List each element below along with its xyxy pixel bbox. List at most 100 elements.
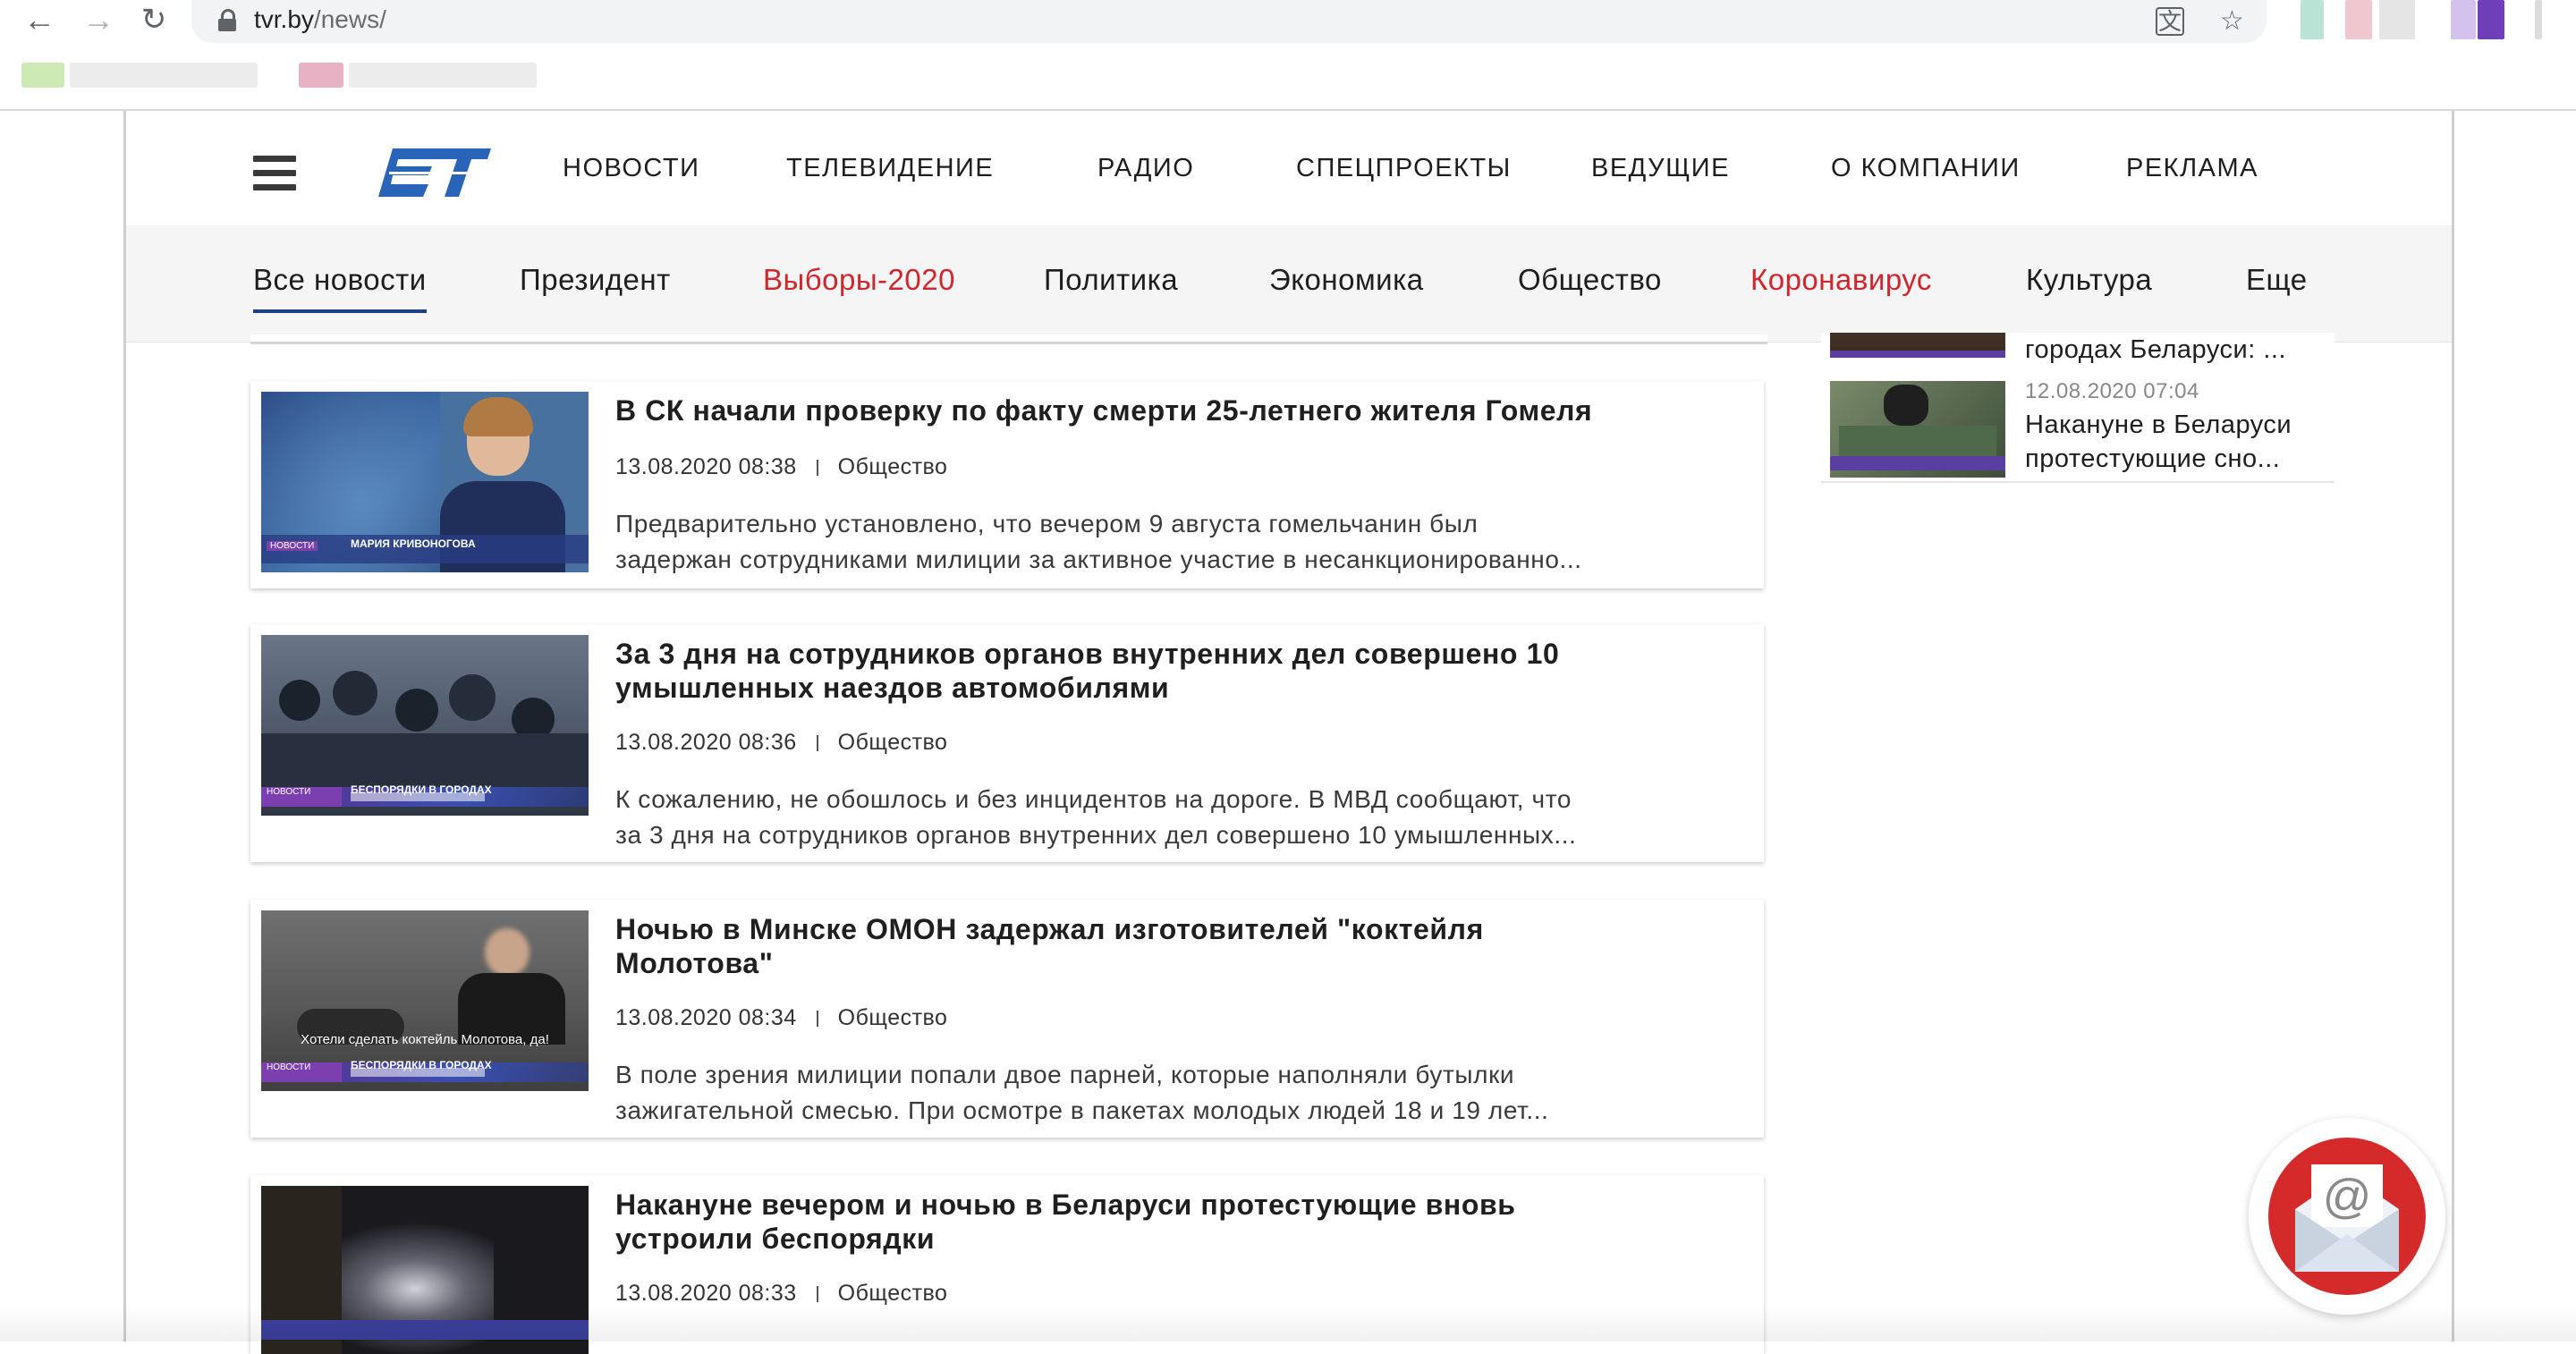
article-date: 13.08.2020 08:33 (615, 1281, 797, 1306)
tab-all-news[interactable]: Все новости (253, 263, 427, 313)
reload-icon[interactable]: ↻ (134, 0, 174, 39)
thumb-caption: БЕСПОРЯДКИ В ГОРОДАХ (351, 1059, 492, 1071)
url-text[interactable]: tvr.by/news/ (254, 5, 386, 34)
title-line: протестующие сно... (2025, 444, 2281, 473)
tab-society[interactable]: Общество (1518, 263, 1662, 297)
article-meta: 13.08.2020 08:33 Общество (615, 1281, 947, 1307)
article-excerpt: В поле зрения милиции попали двое парней… (615, 1057, 1707, 1129)
article-category[interactable]: Общество (838, 454, 948, 479)
sidebar-date: 12.08.2020 07:04 (2025, 379, 2199, 403)
article-meta: 13.08.2020 08:38 Общество (615, 454, 947, 480)
tab-politics[interactable]: Политика (1044, 263, 1178, 297)
news-card[interactable]: БЕСПОРЯДКИ В ГОРОДАХ НОВОСТИ За 3 дня на… (250, 624, 1764, 862)
article-thumbnail[interactable]: Хотели сделать коктейль Молотова, да! БЕ… (261, 910, 589, 1091)
title-line: устроили беспорядки (615, 1223, 936, 1255)
article-meta: 13.08.2020 08:36 Общество (615, 730, 947, 756)
bookmark-favicon[interactable] (21, 63, 64, 88)
excerpt-line: за 3 дня на сотрудников органов внутренн… (615, 821, 1577, 849)
thumb-caption: МАРИЯ КРИВОНОГОВА (351, 537, 476, 550)
article-date: 13.08.2020 08:34 (615, 1005, 797, 1030)
title-line: За 3 дня на сотрудников органов внутренн… (615, 638, 1560, 670)
article-thumbnail[interactable]: МАРИЯ КРИВОНОГОВА НОВОСТИ (261, 392, 589, 572)
nav-advertising[interactable]: РЕКЛАМА (2126, 154, 2258, 183)
thumb-caption: БЕСПОРЯДКИ В ГОРОДАХ (351, 783, 492, 796)
article-date: 13.08.2020 08:38 (615, 454, 797, 479)
address-bar[interactable]: tvr.by/news/ 文 ☆ (191, 0, 2267, 43)
bookmark-favicon[interactable] (299, 63, 343, 88)
nav-radio[interactable]: РАДИО (1097, 154, 1194, 183)
excerpt-line: задержан сотрудниками милиции за активно… (615, 546, 1582, 573)
forward-arrow-icon[interactable]: → (79, 0, 118, 39)
bookmark-item[interactable] (70, 63, 258, 88)
article-category[interactable]: Общество (838, 1005, 948, 1030)
extension-icon[interactable] (2478, 0, 2504, 39)
extension-icon[interactable] (2535, 0, 2542, 39)
article-title[interactable]: В СК начали проверку по факту смерти 25-… (615, 394, 1716, 427)
site-logo[interactable] (377, 145, 493, 202)
thumb-subtitle: Хотели сделать коктейль Молотова, да! (301, 1032, 549, 1047)
news-card[interactable]: МАРИЯ КРИВОНОГОВА НОВОСТИ В СК начали пр… (250, 381, 1764, 588)
article-date: 13.08.2020 08:36 (615, 730, 797, 755)
excerpt-line: К сожалению, не обошлось и без инциденто… (615, 785, 1572, 813)
bottom-shadow (0, 1306, 2576, 1341)
category-navigation: Все новости Президент Выборы-2020 Полити… (126, 225, 2452, 343)
nav-about[interactable]: О КОМПАНИИ (1831, 154, 2021, 183)
main-navigation: НОВОСТИ ТЕЛЕВИДЕНИЕ РАДИО СПЕЦПРОЕКТЫ ВЕ… (126, 111, 2452, 225)
sidebar-news-item[interactable]: городах Беларуси: ... (1821, 333, 2334, 368)
tab-elections-2020[interactable]: Выборы-2020 (763, 263, 955, 297)
url-host: tvr.by (254, 5, 314, 33)
thumb-tag: НОВОСТИ (267, 1062, 311, 1072)
previous-card-edge (250, 334, 1767, 344)
sidebar-news-item[interactable]: 12.08.2020 07:04 Накануне в Беларуси про… (1821, 374, 2334, 483)
back-arrow-icon[interactable]: ← (20, 0, 59, 39)
thumb-tag: НОВОСТИ (267, 787, 311, 797)
sidebar-thumbnail[interactable] (1830, 381, 2005, 478)
title-line: Ночью в Минске ОМОН задержал изготовител… (615, 913, 1484, 945)
title-line: Накануне вечером и ночью в Беларуси прот… (615, 1189, 1516, 1221)
nav-hosts[interactable]: ВЕДУЩИЕ (1591, 154, 1730, 183)
excerpt-line: В поле зрения милиции попали двое парней… (615, 1061, 1515, 1088)
svg-text:@: @ (2323, 1170, 2372, 1223)
article-title[interactable]: Накануне вечером и ночью в Беларуси прот… (615, 1188, 1716, 1256)
article-category[interactable]: Общество (838, 1281, 948, 1306)
bookmark-item[interactable] (349, 63, 537, 88)
extension-icon[interactable] (2345, 0, 2372, 39)
title-line: Накануне в Беларуси (2025, 410, 2292, 439)
url-path: /news/ (313, 5, 386, 33)
extension-icon[interactable] (2451, 0, 2476, 39)
lock-icon (218, 9, 236, 31)
tab-culture[interactable]: Культура (2026, 263, 2152, 297)
extension-icon[interactable] (2301, 0, 2324, 39)
news-card[interactable]: Хотели сделать коктейль Молотова, да! БЕ… (250, 900, 1764, 1138)
article-meta: 13.08.2020 08:34 Общество (615, 1005, 947, 1031)
nav-television[interactable]: ТЕЛЕВИДЕНИЕ (786, 154, 994, 183)
title-line: Молотова" (615, 947, 774, 979)
article-excerpt: Предварительно установлено, что вечером … (615, 506, 1707, 578)
star-icon[interactable]: ☆ (2220, 5, 2244, 37)
tab-president[interactable]: Президент (520, 263, 671, 297)
thumb-tag: НОВОСТИ (267, 541, 318, 551)
mail-at-icon: @ (2268, 1138, 2426, 1295)
hamburger-icon[interactable] (253, 156, 296, 191)
sidebar-thumbnail[interactable] (1830, 333, 2005, 358)
article-excerpt: К сожалению, не обошлось и без инциденто… (615, 782, 1707, 853)
nav-special-projects[interactable]: СПЕЦПРОЕКТЫ (1296, 154, 1512, 183)
extension-icon[interactable] (2379, 0, 2415, 39)
title-line: умышленных наездов автомобилями (615, 672, 1170, 704)
article-category[interactable]: Общество (838, 730, 948, 755)
tab-economy[interactable]: Экономика (1269, 263, 1424, 297)
article-title[interactable]: За 3 дня на сотрудников органов внутренн… (615, 637, 1716, 705)
translate-icon[interactable]: 文 (2156, 7, 2184, 36)
article-title[interactable]: Ночью в Минске ОМОН задержал изготовител… (615, 912, 1716, 980)
tab-coronavirus[interactable]: Коронавирус (1750, 263, 1932, 297)
excerpt-line: Предварительно установлено, что вечером … (615, 510, 1479, 537)
mail-feedback-button[interactable]: @ (2249, 1118, 2445, 1315)
article-thumbnail[interactable]: БЕСПОРЯДКИ В ГОРОДАХ НОВОСТИ (261, 635, 589, 816)
excerpt-line: зажигательной смесью. При осмотре в паке… (615, 1096, 1549, 1124)
sidebar-title[interactable]: Накануне в Беларуси протестующие сно... (2025, 408, 2320, 476)
nav-news[interactable]: НОВОСТИ (563, 154, 699, 183)
sidebar-title[interactable]: городах Беларуси: ... (2025, 333, 2320, 367)
tab-more[interactable]: Еще (2246, 263, 2308, 297)
thumb-subtitle-bar: Хотели сделать коктейль Молотова, да! (261, 1032, 589, 1052)
browser-toolbar: ← → ↻ tvr.by/news/ 文 ☆ (0, 0, 2576, 111)
